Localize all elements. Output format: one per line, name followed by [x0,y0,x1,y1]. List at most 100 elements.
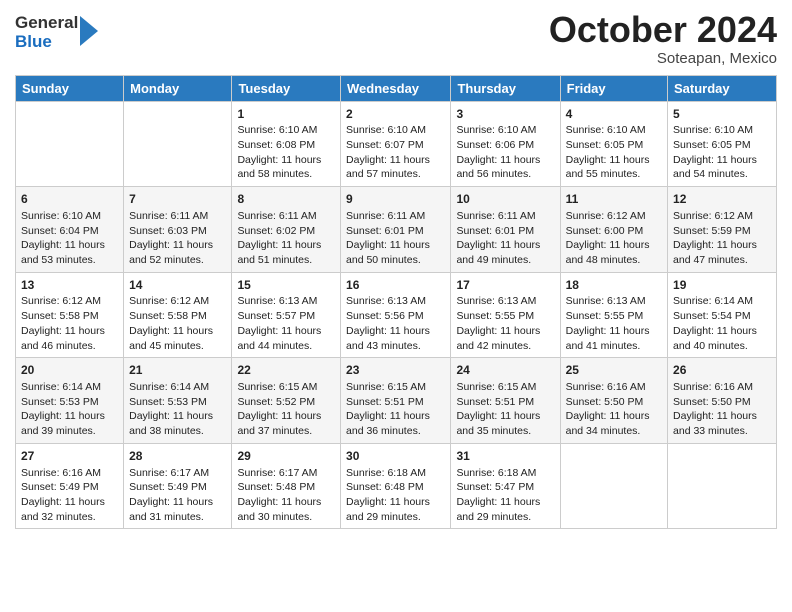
daylight-text: Daylight: 11 hours and 53 minutes. [21,239,105,266]
day-number: 28 [129,448,226,465]
logo: General Blue [15,14,98,51]
daylight-text: Daylight: 11 hours and 50 minutes. [346,239,430,266]
sunset-text: Sunset: 5:51 PM [346,396,424,408]
sunset-text: Sunset: 5:53 PM [21,396,99,408]
sunset-text: Sunset: 6:05 PM [566,139,644,151]
calendar-cell: 18Sunrise: 6:13 AMSunset: 5:55 PMDayligh… [560,272,667,358]
daylight-text: Daylight: 11 hours and 45 minutes. [129,325,213,352]
day-number: 29 [237,448,335,465]
sunset-text: Sunset: 5:53 PM [129,396,207,408]
header: General Blue October 2024 Soteapan, Mexi… [15,10,777,67]
day-number: 2 [346,106,445,123]
day-number: 8 [237,191,335,208]
title-block: October 2024 Soteapan, Mexico [549,10,777,67]
calendar-cell: 2Sunrise: 6:10 AMSunset: 6:07 PMDaylight… [341,101,451,187]
sunrise-text: Sunrise: 6:10 AM [237,124,317,136]
daylight-text: Daylight: 11 hours and 40 minutes. [673,325,757,352]
day-number: 27 [21,448,118,465]
day-number: 16 [346,277,445,294]
daylight-text: Daylight: 11 hours and 48 minutes. [566,239,650,266]
daylight-text: Daylight: 11 hours and 54 minutes. [673,154,757,181]
day-number: 24 [456,362,554,379]
day-number: 5 [673,106,771,123]
day-number: 31 [456,448,554,465]
daylight-text: Daylight: 11 hours and 58 minutes. [237,154,321,181]
daylight-text: Daylight: 11 hours and 44 minutes. [237,325,321,352]
sunset-text: Sunset: 6:08 PM [237,139,315,151]
calendar-header: SundayMondayTuesdayWednesdayThursdayFrid… [16,75,777,101]
weekday-header-sunday: Sunday [16,75,124,101]
daylight-text: Daylight: 11 hours and 37 minutes. [237,410,321,437]
calendar-cell: 3Sunrise: 6:10 AMSunset: 6:06 PMDaylight… [451,101,560,187]
calendar-cell: 27Sunrise: 6:16 AMSunset: 5:49 PMDayligh… [16,443,124,529]
sunset-text: Sunset: 6:48 PM [346,481,424,493]
sunset-text: Sunset: 5:47 PM [456,481,534,493]
sunrise-text: Sunrise: 6:10 AM [566,124,646,136]
calendar-cell: 7Sunrise: 6:11 AMSunset: 6:03 PMDaylight… [124,187,232,273]
month-title: October 2024 [549,10,777,50]
day-number: 1 [237,106,335,123]
day-number: 15 [237,277,335,294]
sunset-text: Sunset: 5:54 PM [673,310,751,322]
day-number: 17 [456,277,554,294]
calendar-page: General Blue October 2024 Soteapan, Mexi… [0,0,792,612]
calendar-week-5: 27Sunrise: 6:16 AMSunset: 5:49 PMDayligh… [16,443,777,529]
calendar-cell: 13Sunrise: 6:12 AMSunset: 5:58 PMDayligh… [16,272,124,358]
sunset-text: Sunset: 6:05 PM [673,139,751,151]
daylight-text: Daylight: 11 hours and 36 minutes. [346,410,430,437]
day-number: 12 [673,191,771,208]
calendar-cell: 11 Sunrise: 6:12 AM Sunset: 6:00 PM Dayligh… [560,187,667,273]
day-number: 26 [673,362,771,379]
sunrise-text: Sunrise: 6:15 AM [456,381,536,393]
daylight-text: Daylight: 11 hours and 46 minutes. [21,325,105,352]
sunset-text: Sunset: 6:02 PM [237,225,315,237]
calendar-cell: 15Sunrise: 6:13 AMSunset: 5:57 PMDayligh… [232,272,341,358]
daylight-text: Daylight: 11 hours and 55 minutes. [566,154,650,181]
day-number: 20 [21,362,118,379]
sunrise-text: Sunrise: 6:18 AM [346,467,426,479]
sunrise-text: Sunrise: 6:10 AM [673,124,753,136]
daylight-text: Daylight: 11 hours and 42 minutes. [456,325,540,352]
sunrise-text: Sunrise: 6:12 AM [673,210,753,222]
sunrise-text: Sunrise: 6:17 AM [129,467,209,479]
day-number: 22 [237,362,335,379]
sunset-text: Sunset: 5:51 PM [456,396,534,408]
day-number: 10 [456,191,554,208]
calendar-cell: 23Sunrise: 6:15 AMSunset: 5:51 PMDayligh… [341,358,451,444]
sunrise-text: Sunrise: 6:14 AM [21,381,101,393]
sunset-text: Sunset: 6:01 PM [346,225,424,237]
sunset-text: Sunset: 6:00 PM [566,225,644,237]
calendar-cell: 22Sunrise: 6:15 AMSunset: 5:52 PMDayligh… [232,358,341,444]
calendar-cell: 26Sunrise: 6:16 AMSunset: 5:50 PMDayligh… [668,358,777,444]
sunrise-text: Sunrise: 6:12 AM [566,210,646,222]
calendar-cell: 12Sunrise: 6:12 AMSunset: 5:59 PMDayligh… [668,187,777,273]
logo-blue: Blue [15,33,78,52]
calendar-cell [124,101,232,187]
calendar-cell: 16Sunrise: 6:13 AMSunset: 5:56 PMDayligh… [341,272,451,358]
sunset-text: Sunset: 6:04 PM [21,225,99,237]
weekday-header-saturday: Saturday [668,75,777,101]
daylight-text: Daylight: 11 hours and 34 minutes. [566,410,650,437]
daylight-text: Daylight: 11 hours and 39 minutes. [21,410,105,437]
sunrise-text: Sunrise: 6:16 AM [566,381,646,393]
daylight-text: Daylight: 11 hours and 47 minutes. [673,239,757,266]
daylight-text: Daylight: 11 hours and 29 minutes. [346,496,430,523]
day-number: 11 [566,191,662,208]
sunset-text: Sunset: 5:49 PM [21,481,99,493]
sunrise-text: Sunrise: 6:10 AM [346,124,426,136]
daylight-text: Daylight: 11 hours and 35 minutes. [456,410,540,437]
calendar-week-4: 20 Sunrise: 6:14 AM Sunset: 5:53 PM Dayligh… [16,358,777,444]
sunrise-text: Sunrise: 6:13 AM [456,295,536,307]
calendar-cell: 6Sunrise: 6:10 AMSunset: 6:04 PMDaylight… [16,187,124,273]
sunset-text: Sunset: 5:52 PM [237,396,315,408]
calendar-table: SundayMondayTuesdayWednesdayThursdayFrid… [15,75,777,530]
calendar-cell: 29Sunrise: 6:17 AMSunset: 5:48 PMDayligh… [232,443,341,529]
calendar-cell: 19Sunrise: 6:14 AMSunset: 5:54 PMDayligh… [668,272,777,358]
day-number: 21 [129,362,226,379]
day-number: 7 [129,191,226,208]
sunrise-text: Sunrise: 6:14 AM [129,381,209,393]
sunrise-text: Sunrise: 6:16 AM [673,381,753,393]
calendar-cell: 17Sunrise: 6:13 AMSunset: 5:55 PMDayligh… [451,272,560,358]
calendar-cell: 28Sunrise: 6:17 AMSunset: 5:49 PMDayligh… [124,443,232,529]
sunset-text: Sunset: 5:58 PM [21,310,99,322]
